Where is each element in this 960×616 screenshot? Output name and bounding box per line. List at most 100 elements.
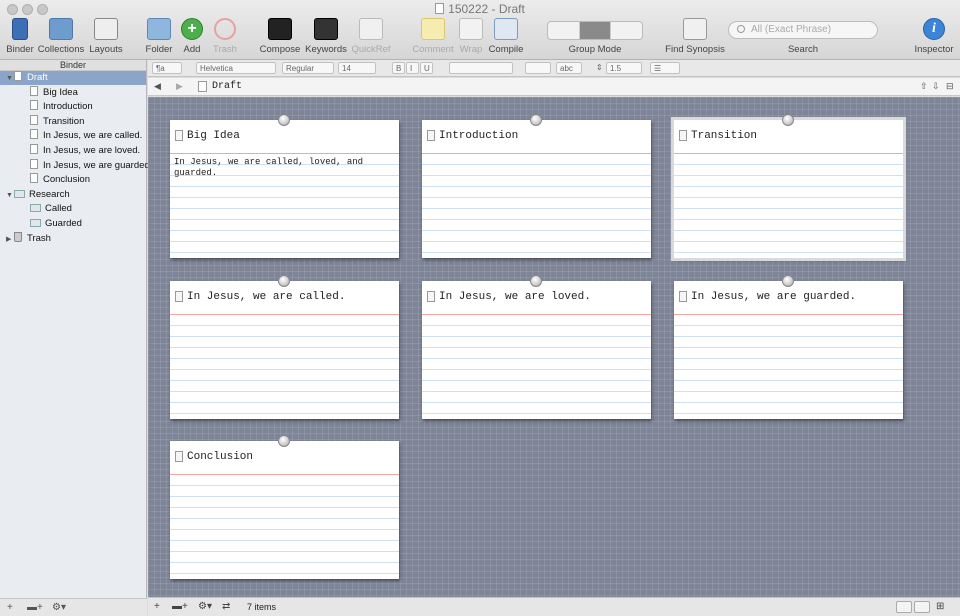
italic-button[interactable]: I: [406, 62, 419, 74]
card-size-icon[interactable]: ⊞: [936, 601, 944, 612]
pushpin-icon: [530, 114, 542, 126]
index-card-title[interactable]: In Jesus, we are loved.: [439, 291, 591, 303]
split-view-icon[interactable]: ⊟: [946, 81, 954, 92]
binder-item[interactable]: Conclusion: [0, 173, 146, 187]
index-card[interactable]: Conclusion: [170, 435, 399, 579]
index-card[interactable]: In Jesus, we are loved.: [422, 274, 651, 419]
compose-toolbar-button[interactable]: Compose: [258, 18, 302, 56]
disclosure-closed-icon[interactable]: ▶: [6, 233, 14, 247]
disclosure-open-icon[interactable]: ▼: [6, 189, 14, 203]
group-mode-outliner[interactable]: [611, 22, 642, 39]
index-card-title[interactable]: In Jesus, we are guarded.: [691, 291, 856, 303]
line-spacing-popup[interactable]: 1.5: [606, 62, 642, 74]
folder-toolbar-button[interactable]: Folder: [143, 18, 175, 56]
list-style-popup[interactable]: ☰: [650, 62, 680, 74]
search-icon: [737, 25, 745, 33]
collections-toolbar-label: Collections: [37, 44, 85, 55]
bold-button[interactable]: B: [392, 62, 405, 74]
index-card-title[interactable]: In Jesus, we are called.: [187, 291, 345, 303]
font-weight-popup[interactable]: Regular: [282, 62, 334, 74]
binder-toolbar-label: Binder: [6, 44, 34, 55]
paragraph-style-popup[interactable]: ¶a: [152, 62, 182, 74]
format-bar: ¶a Helvetica Regular 14 B I U abc ⇕ 1.5 …: [148, 60, 960, 77]
document-icon: [427, 290, 435, 302]
inspector-toolbar-button[interactable]: i Inspector: [912, 18, 956, 56]
index-card[interactable]: Big Idea In Jesus, we are called, loved, …: [170, 114, 399, 258]
freeform-view-button[interactable]: [914, 601, 930, 613]
add-card-button[interactable]: +: [154, 601, 160, 612]
binder-item-label: Called: [45, 203, 72, 215]
group-mode-control[interactable]: [547, 21, 643, 40]
pushpin-icon: [278, 435, 290, 447]
index-card-title[interactable]: Transition: [691, 130, 757, 142]
collections-toolbar-button[interactable]: Collections: [37, 18, 85, 56]
forward-arrow-icon[interactable]: ▶: [176, 81, 183, 92]
binder-item[interactable]: In Jesus, we are guarded.: [0, 158, 152, 173]
binder-actions-gear-icon[interactable]: ⚙▾: [52, 602, 66, 613]
font-family-popup[interactable]: Helvetica: [196, 62, 276, 74]
group-mode-corkboard[interactable]: [579, 22, 612, 39]
font-size-popup[interactable]: 14: [338, 62, 376, 74]
index-card[interactable]: In Jesus, we are called.: [170, 274, 399, 419]
binder-item[interactable]: ▼ Research: [0, 188, 146, 202]
index-card-title[interactable]: Big Idea: [187, 130, 240, 142]
binder-toolbar-button[interactable]: Binder: [4, 18, 36, 56]
disclosure-open-icon[interactable]: ▼: [6, 72, 14, 86]
binder-item-label: Guarded: [45, 218, 82, 229]
index-card-title[interactable]: Conclusion: [187, 451, 253, 463]
search-input[interactable]: All (Exact Phrase): [728, 21, 878, 39]
binder-item[interactable]: ▶ Trash: [0, 231, 146, 247]
text-color-popup[interactable]: [525, 62, 551, 74]
alignment-buttons[interactable]: [449, 62, 513, 74]
binder-item-label: In Jesus, we are called.: [43, 130, 143, 142]
binder-item[interactable]: Introduction: [0, 100, 146, 114]
back-arrow-icon[interactable]: ◀: [154, 81, 161, 92]
corkboard-gear-icon[interactable]: ⚙▾: [198, 601, 212, 612]
quickref-toolbar-button[interactable]: QuickRef: [350, 18, 392, 56]
highlight-popup[interactable]: abc: [556, 62, 582, 74]
binder-item[interactable]: ▼ Draft: [0, 71, 146, 85]
trash-toolbar-button[interactable]: Trash: [210, 18, 240, 56]
document-icon: [30, 173, 38, 184]
folder-icon: [147, 18, 171, 40]
group-mode-scrivenings[interactable]: [548, 22, 580, 39]
wrap-toolbar-button[interactable]: Wrap: [456, 18, 486, 56]
pushpin-icon: [530, 274, 542, 287]
layouts-toolbar-button[interactable]: Layouts: [88, 18, 124, 56]
index-card-synopsis[interactable]: In Jesus, we are called, loved, and guar…: [174, 157, 394, 179]
compile-toolbar-button[interactable]: Compile: [488, 18, 524, 56]
add-toolbar-label: Add: [183, 44, 201, 55]
binder-item[interactable]: In Jesus, we are loved.: [0, 144, 146, 158]
index-card[interactable]: In Jesus, we are guarded.: [674, 274, 903, 419]
find-synopsis-toolbar-button[interactable]: Find Synopsis: [664, 18, 726, 56]
add-toolbar-button[interactable]: + Add: [177, 18, 207, 56]
binder-item[interactable]: Transition: [0, 114, 146, 129]
pushpin-icon: [278, 274, 290, 287]
binder-item[interactable]: In Jesus, we are called.: [0, 129, 146, 143]
comment-toolbar-button[interactable]: Comment: [411, 18, 455, 56]
binder-item-label: In Jesus, we are loved.: [43, 145, 141, 156]
add-folder-button[interactable]: ▬+: [27, 602, 43, 613]
up-arrow-icon[interactable]: ⇧: [920, 81, 928, 92]
layouts-toolbar-label: Layouts: [89, 44, 123, 55]
down-arrow-icon[interactable]: ⇩: [932, 81, 940, 92]
binder-item[interactable]: Big Idea: [0, 85, 146, 100]
document-icon: [30, 129, 38, 140]
folder-icon: [30, 204, 41, 213]
index-card[interactable]: Introduction: [422, 114, 651, 258]
arrange-arrows-icon[interactable]: ⇄: [222, 601, 230, 612]
keywords-toolbar-button[interactable]: Keywords: [304, 18, 348, 56]
index-card-title[interactable]: Introduction: [439, 130, 518, 142]
binder-icon: [12, 18, 28, 40]
underline-button[interactable]: U: [420, 62, 433, 74]
index-card[interactable]: Transition: [671, 114, 906, 261]
binder-item[interactable]: Called: [0, 202, 146, 216]
pushpin-icon: [782, 274, 794, 287]
binder-item[interactable]: Guarded: [0, 217, 146, 231]
document-icon: [30, 144, 38, 154]
compose-icon: [268, 18, 292, 40]
add-folder-card-button[interactable]: ▬+: [172, 601, 188, 612]
add-item-button[interactable]: +: [7, 602, 13, 613]
grid-view-button[interactable]: [896, 601, 912, 613]
binder-item-label: Conclusion: [43, 174, 90, 186]
